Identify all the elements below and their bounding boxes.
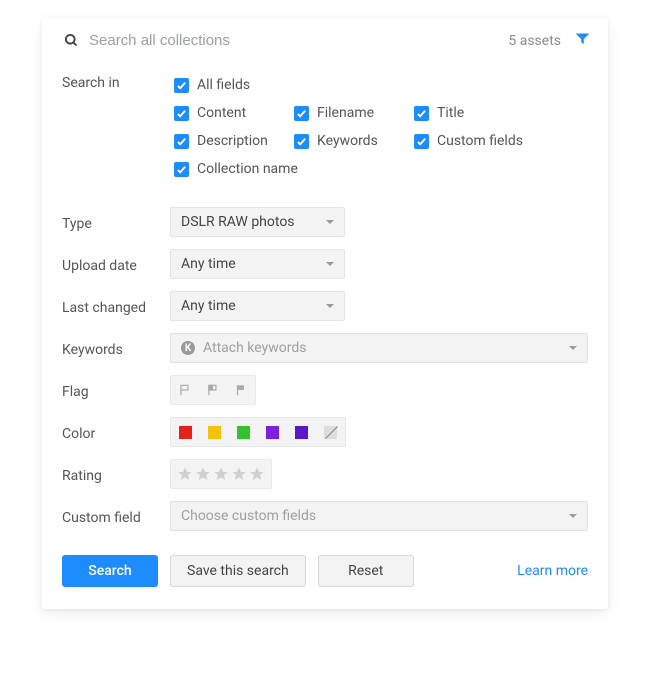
label-flag: Flag <box>62 380 170 400</box>
search-icon <box>64 33 79 48</box>
checkbox-icon <box>174 134 189 149</box>
advanced-search-panel: 5 assets Search in All fields Content Fi… <box>42 18 608 609</box>
color-swatch-purple[interactable] <box>266 426 279 439</box>
star-5[interactable] <box>249 466 265 482</box>
label-color: Color <box>62 422 170 442</box>
row-flag: Flag <box>62 369 588 411</box>
checkbox-icon <box>294 134 309 149</box>
checkbox-title[interactable]: Title <box>410 99 550 127</box>
chevron-down-icon <box>326 262 334 266</box>
row-last-changed: Last changed Any time <box>62 285 588 327</box>
row-type: Type DSLR RAW photos <box>62 201 588 243</box>
button-row: Search Save this search Reset Learn more <box>42 537 608 609</box>
row-keywords: Keywords K Attach keywords <box>62 327 588 369</box>
chevron-down-icon <box>326 220 334 224</box>
search-in-checkbox-grid: All fields Content Filename Title Descri… <box>170 71 588 183</box>
search-button[interactable]: Search <box>62 555 158 587</box>
search-bar: 5 assets <box>42 18 608 61</box>
last-changed-select[interactable]: Any time <box>170 291 345 321</box>
color-group <box>170 417 346 447</box>
checkbox-icon <box>174 162 189 177</box>
label-rating: Rating <box>62 464 170 484</box>
upload-date-value: Any time <box>181 256 236 272</box>
label-last-changed: Last changed <box>62 296 170 316</box>
row-upload-date: Upload date Any time <box>62 243 588 285</box>
checkbox-label: Title <box>437 105 464 121</box>
label-custom-field: Custom field <box>62 506 170 526</box>
checkbox-icon <box>294 106 309 121</box>
star-2[interactable] <box>195 466 211 482</box>
keyword-k-icon: K <box>181 341 195 355</box>
checkbox-all-fields[interactable]: All fields <box>170 71 588 99</box>
custom-field-select[interactable]: Choose custom fields <box>170 501 588 531</box>
star-3[interactable] <box>213 466 229 482</box>
color-swatch-yellow[interactable] <box>208 426 221 439</box>
checkbox-label: Keywords <box>317 133 378 149</box>
last-changed-value: Any time <box>181 298 236 314</box>
checkbox-collection-name[interactable]: Collection name <box>170 155 588 183</box>
row-custom-field: Custom field Choose custom fields <box>62 495 588 537</box>
custom-field-placeholder: Choose custom fields <box>181 508 316 524</box>
asset-count: 5 assets <box>508 33 561 49</box>
checkbox-label: Description <box>197 133 268 149</box>
keywords-placeholder: Attach keywords <box>203 340 306 356</box>
checkbox-description[interactable]: Description <box>170 127 290 155</box>
checkbox-icon <box>174 106 189 121</box>
checkbox-icon <box>174 78 189 93</box>
color-swatch-violet[interactable] <box>295 426 308 439</box>
checkbox-content[interactable]: Content <box>170 99 290 127</box>
type-value: DSLR RAW photos <box>181 214 295 230</box>
save-search-button[interactable]: Save this search <box>170 555 306 587</box>
learn-more-link[interactable]: Learn more <box>517 563 588 579</box>
upload-date-select[interactable]: Any time <box>170 249 345 279</box>
reset-button[interactable]: Reset <box>318 555 414 587</box>
label-keywords: Keywords <box>62 338 170 358</box>
keywords-select[interactable]: K Attach keywords <box>170 333 588 363</box>
checkbox-keywords[interactable]: Keywords <box>290 127 410 155</box>
checkbox-label: All fields <box>197 77 250 93</box>
checkbox-label: Content <box>197 105 246 121</box>
form-area: Search in All fields Content Filename Ti… <box>42 61 608 537</box>
rating-group <box>170 459 272 489</box>
flag-solid-button[interactable] <box>227 376 255 404</box>
type-select[interactable]: DSLR RAW photos <box>170 207 345 237</box>
label-search-in: Search in <box>62 71 170 91</box>
row-rating: Rating <box>62 453 588 495</box>
row-search-in: Search in All fields Content Filename Ti… <box>62 65 588 189</box>
checkbox-label: Custom fields <box>437 133 523 149</box>
color-swatch-green[interactable] <box>237 426 250 439</box>
filter-icon[interactable] <box>575 32 590 49</box>
color-swatch-none[interactable] <box>324 426 337 439</box>
row-color: Color <box>62 411 588 453</box>
chevron-down-icon <box>569 514 577 518</box>
star-4[interactable] <box>231 466 247 482</box>
star-1[interactable] <box>177 466 193 482</box>
flag-outline-button[interactable] <box>171 376 199 404</box>
chevron-down-icon <box>326 304 334 308</box>
checkbox-icon <box>414 134 429 149</box>
checkbox-label: Collection name <box>197 161 298 177</box>
checkbox-custom-fields[interactable]: Custom fields <box>410 127 550 155</box>
color-swatch-red[interactable] <box>179 426 192 439</box>
search-input[interactable] <box>89 32 498 49</box>
label-type: Type <box>62 212 170 232</box>
checkbox-filename[interactable]: Filename <box>290 99 410 127</box>
label-upload-date: Upload date <box>62 254 170 274</box>
chevron-down-icon <box>569 346 577 350</box>
flag-group <box>170 375 256 405</box>
checkbox-icon <box>414 106 429 121</box>
checkbox-label: Filename <box>317 105 374 121</box>
flag-half-button[interactable] <box>199 376 227 404</box>
